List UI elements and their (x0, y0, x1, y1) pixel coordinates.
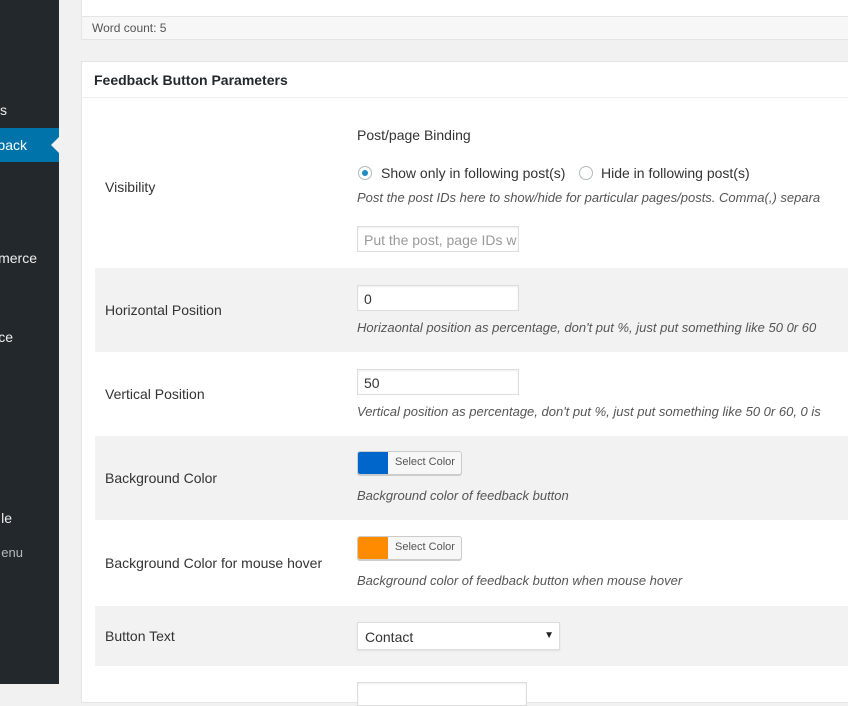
editor-area-bottom (81, 0, 848, 17)
vertical-position-input[interactable]: 50 (357, 369, 519, 395)
background-color-swatch (358, 452, 388, 474)
radio-show-only-label[interactable]: Show only in following post(s) (381, 165, 565, 181)
vertical-position-description: Vertical position as percentage, don't p… (357, 404, 821, 419)
row-background-hover-color: Background Color for mouse hover Select … (95, 520, 848, 606)
sidebar-item[interactable]: s (0, 102, 59, 122)
row-visibility: Visibility Post/page Binding Show only i… (95, 98, 848, 268)
button-text-label: Button Text (105, 628, 175, 644)
postbox-title: Feedback Button Parameters (94, 72, 288, 88)
radio-hide-label[interactable]: Hide in following post(s) (601, 165, 750, 181)
row-button-text: Button Text Contact ▼ (95, 606, 848, 666)
background-color-picker-button[interactable]: Select Color (357, 451, 462, 475)
binding-title: Post/page Binding (357, 127, 471, 143)
sidebar-item-feedback-active[interactable]: back (0, 128, 59, 162)
sidebar-item-collapse-menu[interactable]: enu (0, 545, 59, 565)
background-hover-color-swatch (358, 537, 388, 559)
active-menu-arrow-icon (51, 137, 59, 153)
post-ids-input[interactable]: Put the post, page IDs w (357, 226, 519, 252)
word-count-bar: Word count: 5 (81, 16, 848, 40)
background-hover-color-picker-button[interactable]: Select Color (357, 536, 462, 560)
word-count-text: Word count: 5 (92, 21, 167, 35)
background-color-description: Background color of feedback button (357, 488, 569, 503)
dropdown-arrow-icon: ▼ (544, 630, 554, 641)
background-color-label: Background Color (105, 470, 218, 486)
button-text-select[interactable]: Contact ▼ (357, 622, 560, 650)
row-horizontal-position: Horizontal Position 0 Horizaontal positi… (95, 268, 848, 352)
radio-hide[interactable] (579, 166, 593, 180)
background-hover-color-label: Background Color for mouse hover (105, 555, 323, 571)
vertical-position-label: Vertical Position (105, 386, 205, 402)
next-field-input[interactable] (357, 682, 527, 706)
row-next-partial (95, 666, 848, 706)
sidebar-item-woocommerce[interactable]: merce (0, 250, 59, 270)
feedback-parameters-postbox: Feedback Button Parameters Visibility Po… (81, 61, 848, 706)
admin-sidebar: s back merce ce le enu (0, 0, 59, 684)
row-background-color: Background Color Select Color Background… (95, 436, 848, 520)
visibility-label: Visibility (105, 179, 156, 195)
select-color-label: Select Color (395, 456, 455, 468)
sidebar-item-appearance[interactable]: ce (0, 329, 59, 349)
background-hover-color-description: Background color of feedback button when… (357, 573, 683, 588)
sidebar-item-collapse-style[interactable]: le (0, 510, 59, 530)
visibility-description: Post the post IDs here to show/hide for … (357, 190, 821, 205)
horizontal-position-input[interactable]: 0 (357, 285, 519, 311)
horizontal-position-description: Horizaontal position as percentage, don'… (357, 320, 817, 335)
postbox-header[interactable]: Feedback Button Parameters (82, 62, 848, 98)
radio-show-only[interactable] (358, 166, 372, 180)
horizontal-position-label: Horizontal Position (105, 302, 222, 318)
button-text-selected-value: Contact (365, 629, 414, 645)
select-color-label: Select Color (395, 541, 455, 553)
row-vertical-position: Vertical Position 50 Vertical position a… (95, 352, 848, 436)
